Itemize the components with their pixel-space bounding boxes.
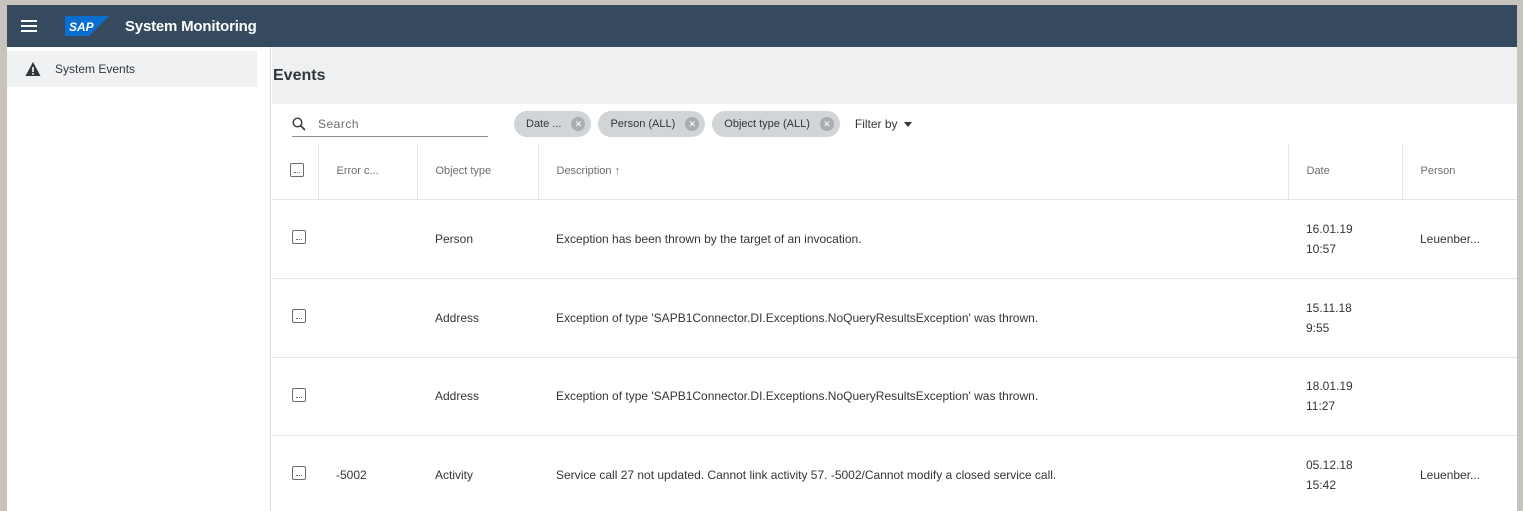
- time-value: 9:55: [1306, 320, 1330, 335]
- cell-description: Service call 27 not updated. Cannot link…: [556, 467, 1057, 482]
- cell-person: Leuenber...: [1420, 467, 1481, 482]
- column-header-description[interactable]: Description ↑: [537, 144, 1288, 199]
- main-content: Events Date ... ✕ Person (ALL) ✕ Object …: [272, 47, 1517, 511]
- row-checkbox[interactable]: [292, 309, 306, 323]
- cell-date: 18.01.19 11:27: [1288, 357, 1402, 435]
- select-all-cell: [272, 144, 318, 199]
- menu-button[interactable]: [7, 5, 51, 47]
- svg-text:SAP: SAP: [69, 20, 95, 34]
- remove-filter-icon[interactable]: ✕: [571, 117, 586, 131]
- app-title: System Monitoring: [125, 17, 257, 35]
- search-input[interactable]: [318, 116, 478, 131]
- table-row[interactable]: Address Exception of type 'SAPB1Connecto…: [272, 357, 1517, 435]
- remove-filter-icon[interactable]: ✕: [685, 117, 700, 131]
- table-row[interactable]: Person Exception has been thrown by the …: [272, 199, 1517, 278]
- cell-description: Exception of type 'SAPB1Connector.DI.Exc…: [556, 310, 1039, 325]
- column-header-date[interactable]: Date: [1287, 144, 1402, 199]
- time-value: 15:42: [1306, 477, 1337, 492]
- cell-date: 05.12.18 15:42: [1288, 435, 1402, 511]
- cell-person: [1402, 278, 1517, 357]
- cell-person: [1402, 357, 1517, 435]
- cell-date: 16.01.19 10:57: [1288, 199, 1402, 278]
- date-value: 16.01.19: [1306, 221, 1353, 236]
- remove-filter-icon[interactable]: ✕: [819, 117, 834, 131]
- time-value: 10:57: [1306, 241, 1337, 256]
- app-window: SAP System Monitoring System Events Even…: [7, 5, 1517, 511]
- sap-logo: SAP: [65, 16, 109, 36]
- date-value: 15.11.18: [1306, 300, 1352, 315]
- table-row[interactable]: Address Exception of type 'SAPB1Connecto…: [272, 278, 1517, 357]
- filter-chip-person[interactable]: Person (ALL) ✕: [598, 111, 706, 137]
- cell-object-type: Person: [435, 231, 474, 246]
- filter-by-label: Filter by: [854, 117, 898, 131]
- column-header-person[interactable]: Person: [1401, 144, 1517, 199]
- date-value: 05.12.18: [1306, 457, 1353, 472]
- filter-chip-label: Object type (ALL): [724, 118, 810, 130]
- row-checkbox[interactable]: [292, 466, 306, 481]
- time-value: 11:27: [1306, 399, 1336, 413]
- sidebar-item-system-events[interactable]: System Events: [7, 51, 257, 87]
- warning-icon: [25, 62, 41, 76]
- cell-date: 15.11.18 9:55: [1288, 278, 1402, 357]
- column-header-object-type[interactable]: Object type: [416, 144, 538, 199]
- cell-description: Exception has been thrown by the target …: [556, 231, 862, 246]
- date-value: 18.01.19: [1306, 379, 1353, 393]
- events-table: Error c... Object type Description ↑ Dat…: [272, 144, 1517, 511]
- table-header-row: Error c... Object type Description ↑ Dat…: [272, 144, 1517, 199]
- filter-chip-label: Person (ALL): [610, 118, 676, 130]
- sidebar-item-label: System Events: [55, 62, 136, 76]
- filter-by-dropdown[interactable]: Filter by: [855, 117, 912, 131]
- search-field: [292, 111, 488, 137]
- cell-description: Exception of type 'SAPB1Connector.DI.Exc…: [556, 389, 1039, 403]
- page-title: Events: [273, 66, 326, 84]
- cell-error-code: [318, 357, 417, 435]
- cell-error-code: -5002: [336, 467, 367, 482]
- cell-error-code: [318, 278, 417, 357]
- filter-chip-object-type[interactable]: Object type (ALL) ✕: [712, 111, 840, 137]
- row-checkbox[interactable]: [292, 230, 306, 244]
- shell-bar: SAP System Monitoring: [7, 5, 1517, 47]
- row-checkbox[interactable]: [292, 387, 306, 402]
- filter-chip-date[interactable]: Date ... ✕: [514, 111, 592, 137]
- search-icon[interactable]: [292, 116, 306, 131]
- side-navigation: System Events: [7, 47, 271, 511]
- page-header: Events: [272, 47, 1517, 104]
- column-header-error-code[interactable]: Error c...: [317, 144, 417, 199]
- select-all-checkbox[interactable]: [290, 162, 304, 177]
- cell-object-type: Address: [435, 389, 480, 403]
- hamburger-icon: [21, 20, 37, 32]
- filter-chip-label: Date ...: [526, 118, 562, 130]
- cell-error-code: [318, 199, 417, 278]
- caret-down-icon: [903, 121, 912, 127]
- table-row[interactable]: -5002 Activity Service call 27 not updat…: [272, 435, 1517, 511]
- cell-object-type: Activity: [435, 467, 474, 482]
- cell-object-type: Address: [435, 310, 480, 325]
- cell-person: Leuenber...: [1420, 231, 1481, 246]
- filter-toolbar: Date ... ✕ Person (ALL) ✕ Object type (A…: [272, 104, 1517, 144]
